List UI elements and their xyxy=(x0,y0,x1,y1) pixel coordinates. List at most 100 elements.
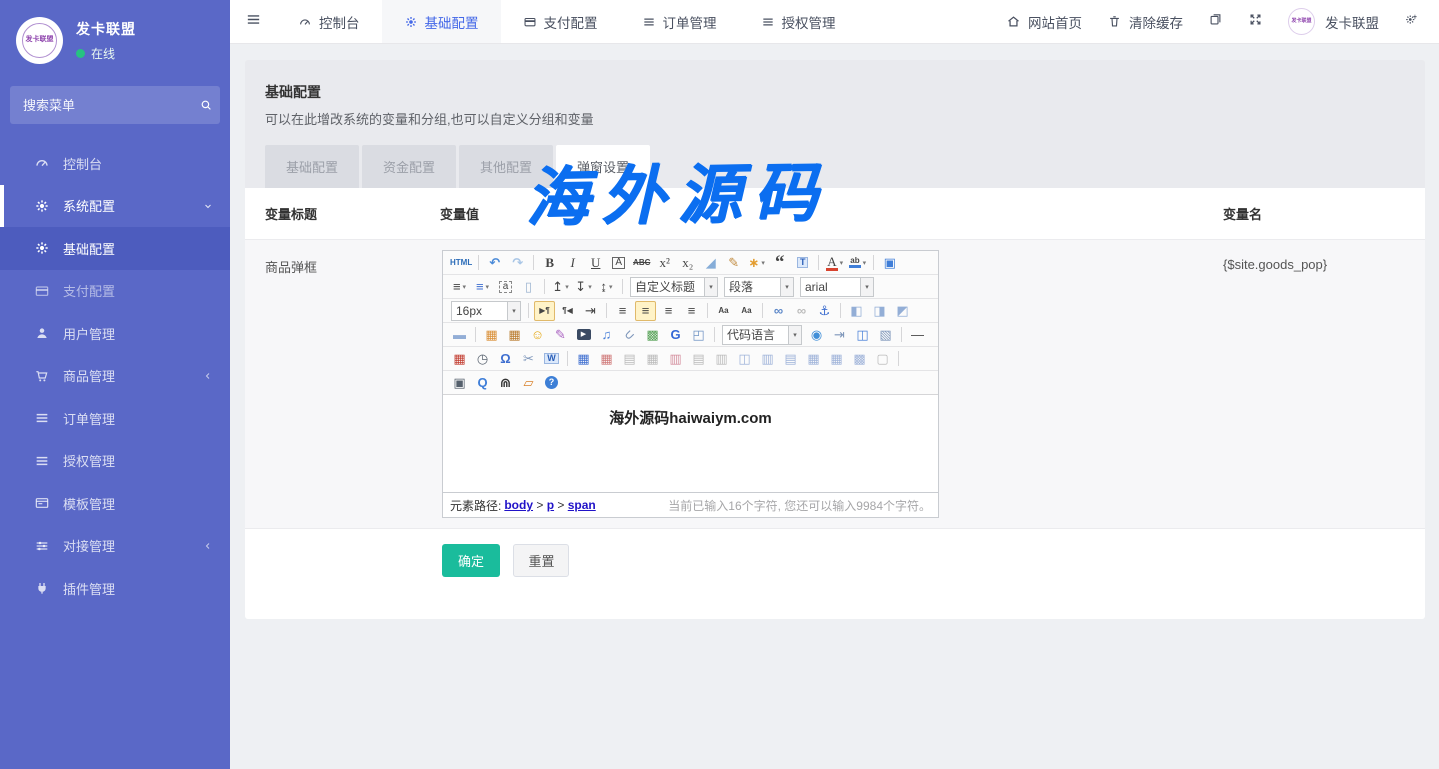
image-center-button[interactable]: ▬ xyxy=(449,325,470,345)
clear-doc-button[interactable]: ▯ xyxy=(518,277,539,297)
align-right-button[interactable]: ≡ xyxy=(658,301,679,321)
map-button[interactable]: ▩ xyxy=(642,325,663,345)
custom-title-select[interactable]: 自定义标题▾ xyxy=(630,277,718,297)
page-break-button[interactable]: ⇥ xyxy=(829,325,850,345)
clear-cache-link[interactable]: 清除缓存 xyxy=(1107,12,1183,32)
chart-button[interactable]: ▢ xyxy=(872,349,893,369)
topnav-dashboard[interactable]: 控制台 xyxy=(276,0,382,43)
user-menu[interactable]: 发卡联盟 发卡联盟 xyxy=(1288,8,1379,35)
paragraph-spacing-bottom-button[interactable]: ↧▾ xyxy=(573,277,594,297)
merge-cells-button[interactable]: ◫ xyxy=(734,349,755,369)
huaban-button[interactable]: ◉ xyxy=(806,325,827,345)
source-code-button[interactable]: HTML xyxy=(449,253,473,273)
scrawl-button[interactable]: ✎ xyxy=(550,325,571,345)
remove-format-button[interactable]: ◢ xyxy=(700,253,721,273)
sidebar-toggle-button[interactable] xyxy=(230,0,276,43)
sidebar-item-auth-management[interactable]: 授权管理 xyxy=(0,440,230,483)
music-button[interactable]: ♫ xyxy=(596,325,617,345)
strikethrough-button[interactable]: ABC xyxy=(631,253,652,273)
refresh-pages-button[interactable] xyxy=(1208,12,1223,32)
editor-fullscreen-button[interactable]: ▣ xyxy=(879,253,900,273)
site-home-link[interactable]: 网站首页 xyxy=(1006,12,1082,32)
tab-other[interactable]: 其他配置 xyxy=(459,145,553,188)
split-rows-button[interactable]: ▦ xyxy=(803,349,824,369)
gmap-button[interactable]: G xyxy=(665,325,686,345)
sidebar-item-basic-config[interactable]: 基础配置 xyxy=(0,227,230,270)
video-button[interactable]: ▶ xyxy=(573,325,594,345)
blockquote-button[interactable]: “ xyxy=(769,253,790,273)
align-justify-button[interactable]: ≡ xyxy=(681,301,702,321)
font-family-select[interactable]: arial▾ xyxy=(800,277,874,297)
topnav-order-management[interactable]: 订单管理 xyxy=(620,0,739,43)
delete-table-button[interactable]: ▦ xyxy=(596,349,617,369)
attachment-button[interactable]: ∪ xyxy=(619,325,640,345)
bold-button[interactable]: B xyxy=(539,253,560,273)
path-link-body[interactable]: body xyxy=(504,498,533,512)
sidebar-item-order-management[interactable]: 订单管理 xyxy=(0,397,230,440)
image-inline-button[interactable]: ◨ xyxy=(869,301,890,321)
undo-button[interactable]: ↶ xyxy=(484,253,505,273)
fullscreen-button[interactable] xyxy=(1248,12,1263,32)
code-language-select[interactable]: 代码语言▾ xyxy=(722,325,802,345)
avatar[interactable]: 发卡联盟 xyxy=(16,17,63,64)
confirm-button[interactable]: 确定 xyxy=(442,544,500,577)
screenshot-button[interactable]: ✂ xyxy=(518,349,539,369)
link-button[interactable]: ∞ xyxy=(768,301,789,321)
emotion-button[interactable]: ☺ xyxy=(527,325,548,345)
search-icon[interactable] xyxy=(199,98,213,112)
help-button[interactable]: ? xyxy=(541,373,562,393)
merge-down-button[interactable]: ▤ xyxy=(780,349,801,369)
special-chars-button[interactable]: Ω xyxy=(495,349,516,369)
format-brush-button[interactable]: ✎ xyxy=(723,253,744,273)
subscript-button[interactable]: x₂ xyxy=(677,253,698,273)
batch-image-button[interactable]: ▦ xyxy=(504,325,525,345)
tab-basic[interactable]: 基础配置 xyxy=(265,145,359,188)
tab-funds[interactable]: 资金配置 xyxy=(362,145,456,188)
auto-typeset-button[interactable]: ∗▾ xyxy=(746,253,767,273)
sidebar-item-plugin-management[interactable]: 插件管理 xyxy=(0,567,230,610)
direction-rtl-button[interactable]: ¶◀ xyxy=(557,301,578,321)
sidebar-item-payment-config[interactable]: 支付配置 xyxy=(0,270,230,313)
sidebar-item-system-config[interactable]: 系统配置 xyxy=(0,185,230,228)
sidebar-item-goods-management[interactable]: 商品管理 xyxy=(0,355,230,398)
superscript-button[interactable]: x² xyxy=(654,253,675,273)
template-button[interactable]: ◫ xyxy=(852,325,873,345)
topnav-auth-management[interactable]: 授权管理 xyxy=(739,0,858,43)
to-uppercase-button[interactable]: Aa xyxy=(713,301,734,321)
sidebar-item-dashboard[interactable]: 控制台 xyxy=(0,142,230,185)
underline-button[interactable]: U xyxy=(585,253,606,273)
align-left-button[interactable]: ≡ xyxy=(612,301,633,321)
insert-iframe-button[interactable]: ◰ xyxy=(688,325,709,345)
delete-col-button[interactable]: ▥ xyxy=(711,349,732,369)
delete-row-button[interactable]: ▤ xyxy=(688,349,709,369)
paragraph-spacing-top-button[interactable]: ↥▾ xyxy=(550,277,571,297)
preview-button[interactable]: Q xyxy=(472,373,493,393)
font-color-button[interactable]: A▾ xyxy=(824,253,845,273)
anchor-button[interactable]: ⚓ xyxy=(814,301,835,321)
insert-image-button[interactable]: ▦ xyxy=(481,325,502,345)
insert-row-button[interactable]: ▦ xyxy=(642,349,663,369)
paste-plain-button[interactable]: T xyxy=(792,253,813,273)
insert-col-button[interactable]: ▥ xyxy=(665,349,686,369)
paste-template-button[interactable]: ▱ xyxy=(518,373,539,393)
search-replace-button[interactable]: ⋒ xyxy=(495,373,516,393)
paragraph-format-select[interactable]: 段落▾ xyxy=(724,277,794,297)
line-height-button[interactable]: ↨▾ xyxy=(596,277,617,297)
word-image-button[interactable]: W xyxy=(541,349,562,369)
settings-button[interactable] xyxy=(1404,12,1419,32)
unlink-button[interactable]: ∞ xyxy=(791,301,812,321)
reset-button[interactable]: 重置 xyxy=(513,544,569,577)
editor-content-area[interactable]: 海外源码haiwaiym.com xyxy=(443,395,938,492)
italic-button[interactable]: I xyxy=(562,253,583,273)
font-border-button[interactable]: A xyxy=(608,253,629,273)
unordered-list-button[interactable]: ≡▾ xyxy=(472,277,493,297)
split-cells-button[interactable]: ▩ xyxy=(849,349,870,369)
background-button[interactable]: ▧ xyxy=(875,325,896,345)
redo-button[interactable]: ↷ xyxy=(507,253,528,273)
image-float-right-button[interactable]: ◩ xyxy=(892,301,913,321)
font-size-select[interactable]: 16px▾ xyxy=(451,301,521,321)
align-center-button[interactable]: ≡ xyxy=(635,301,656,321)
select-all-button[interactable]: a xyxy=(495,277,516,297)
highlight-color-button[interactable]: ab▾ xyxy=(847,253,868,273)
insert-date-button[interactable]: ▦ xyxy=(449,349,470,369)
